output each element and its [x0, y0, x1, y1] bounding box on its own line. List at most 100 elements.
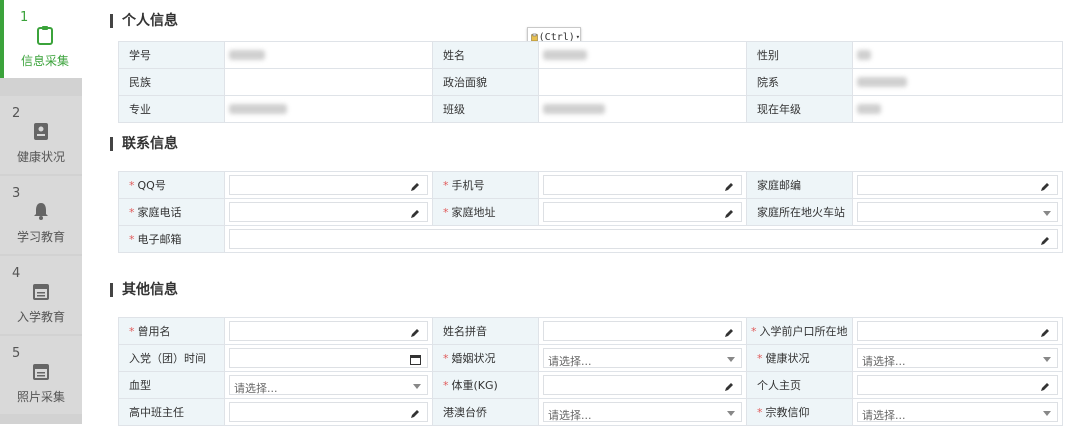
- pencil-icon: [411, 210, 419, 218]
- chevron-down-icon: [727, 411, 735, 416]
- class-value: [539, 96, 747, 123]
- hmt-label: 港澳台侨: [433, 399, 539, 426]
- pencil-icon: [411, 329, 419, 337]
- class-label: 班级: [433, 96, 539, 123]
- select-placeholder: 请选择...: [234, 382, 278, 395]
- step-number: 1: [20, 10, 29, 25]
- step-number: 3: [12, 186, 21, 201]
- political-label: 政治面貌: [433, 69, 539, 96]
- health-select[interactable]: 请选择...: [853, 345, 1063, 372]
- email-label: * 电子邮箱: [119, 226, 225, 253]
- pencil-icon: [725, 383, 733, 391]
- weight-label: * 体重(KG): [433, 372, 539, 399]
- mobile-field[interactable]: [539, 172, 747, 199]
- religion-select[interactable]: 请选择...: [853, 399, 1063, 426]
- teacher-field[interactable]: [225, 399, 433, 426]
- political-value: [539, 69, 747, 96]
- major-label: 专业: [119, 96, 225, 123]
- home-address-label: * 家庭地址: [433, 199, 539, 226]
- former-name-field[interactable]: [225, 318, 433, 345]
- homepage-label: 个人主页: [747, 372, 853, 399]
- ethnicity-value: [225, 69, 433, 96]
- student-id-label: 学号: [119, 42, 225, 69]
- bell-icon: [34, 203, 48, 220]
- home-phone-label: * 家庭电话: [119, 199, 225, 226]
- pencil-icon: [1041, 183, 1049, 191]
- station-label: 家庭所在地火车站: [747, 199, 853, 226]
- section-title-contact: 联系信息: [110, 137, 178, 151]
- step-label: 入学教育: [16, 310, 65, 324]
- chevron-down-icon: [413, 384, 421, 389]
- select-placeholder: 请选择...: [862, 355, 906, 368]
- select-placeholder: 请选择...: [862, 409, 906, 422]
- qq-field[interactable]: [225, 172, 433, 199]
- health-label: * 健康状况: [747, 345, 853, 372]
- step-orientation[interactable]: 4 入学教育: [0, 256, 82, 334]
- teacher-label: 高中班主任: [119, 399, 225, 426]
- step-sidebar: 1 信息采集 2 健康状况 3 学习教育 4 入学教育 5 照片采集: [0, 0, 82, 424]
- chevron-down-icon: ▾: [575, 33, 580, 41]
- step-info-collection[interactable]: 1 信息采集: [0, 0, 82, 78]
- form-area: (Ctrl) ▾ 个人信息 学号 姓名 性别 民族 政治面貌 院系 专业 班级 …: [82, 0, 1071, 426]
- pencil-icon: [1041, 383, 1049, 391]
- party-date-field[interactable]: [225, 345, 433, 372]
- step-number: 5: [12, 346, 21, 361]
- pencil-icon: [1041, 329, 1049, 337]
- ethnicity-label: 民族: [119, 69, 225, 96]
- blood-label: 血型: [119, 372, 225, 399]
- weight-field[interactable]: [539, 372, 747, 399]
- select-placeholder: 请选择...: [548, 409, 592, 422]
- postcode-label: 家庭邮编: [747, 172, 853, 199]
- postcode-field[interactable]: [853, 172, 1063, 199]
- hmt-select[interactable]: 请选择...: [539, 399, 747, 426]
- step-label: 信息采集: [20, 54, 69, 68]
- pencil-icon: [411, 410, 419, 418]
- gender-label: 性别: [747, 42, 853, 69]
- marital-label: * 婚姻状况: [433, 345, 539, 372]
- calendar-icon: [410, 355, 421, 365]
- step-number: 2: [12, 106, 21, 121]
- qq-label: * QQ号: [119, 172, 225, 199]
- step-number: 4: [12, 266, 21, 281]
- station-select[interactable]: [853, 199, 1063, 226]
- pencil-icon: [725, 183, 733, 191]
- chevron-down-icon: [727, 357, 735, 362]
- blood-select[interactable]: 请选择...: [225, 372, 433, 399]
- former-name-label: * 曾用名: [119, 318, 225, 345]
- section-title-other: 其他信息: [110, 283, 178, 297]
- hukou-label: * 入学前户口所在地: [747, 318, 853, 345]
- name-label: 姓名: [433, 42, 539, 69]
- department-value: [853, 69, 1063, 96]
- marital-select[interactable]: 请选择...: [539, 345, 747, 372]
- step-photo[interactable]: 5 照片采集: [0, 336, 82, 414]
- step-label: 学习教育: [16, 230, 65, 244]
- calendar-icon: [33, 364, 49, 380]
- pencil-icon: [725, 210, 733, 218]
- pencil-icon: [725, 329, 733, 337]
- step-label: 照片采集: [16, 390, 65, 404]
- pinyin-field[interactable]: [539, 318, 747, 345]
- gender-value: [853, 42, 1063, 69]
- select-placeholder: 请选择...: [548, 355, 592, 368]
- hukou-field[interactable]: [853, 318, 1063, 345]
- step-study[interactable]: 3 学习教育: [0, 176, 82, 254]
- grade-label: 现在年级: [747, 96, 853, 123]
- homepage-field[interactable]: [853, 372, 1063, 399]
- id-badge-icon: [34, 123, 48, 140]
- pencil-icon: [411, 183, 419, 191]
- email-field[interactable]: [225, 226, 1063, 253]
- home-address-field[interactable]: [539, 199, 747, 226]
- home-phone-field[interactable]: [225, 199, 433, 226]
- step-label: 健康状况: [16, 150, 65, 164]
- name-value: [539, 42, 747, 69]
- pinyin-label: 姓名拼音: [433, 318, 539, 345]
- clipboard-icon: [37, 26, 53, 45]
- contact-info-table: * QQ号 * 手机号 家庭邮编 * 家庭电话 * 家庭地址 家庭所在地火车站 * 电子邮…: [118, 171, 1063, 253]
- chevron-down-icon: [1043, 357, 1051, 362]
- section-title-personal: 个人信息: [110, 14, 178, 28]
- grade-value: [853, 96, 1063, 123]
- calendar-icon: [33, 284, 49, 300]
- step-health[interactable]: 2 健康状况: [0, 96, 82, 174]
- department-label: 院系: [747, 69, 853, 96]
- religion-label: * 宗教信仰: [747, 399, 853, 426]
